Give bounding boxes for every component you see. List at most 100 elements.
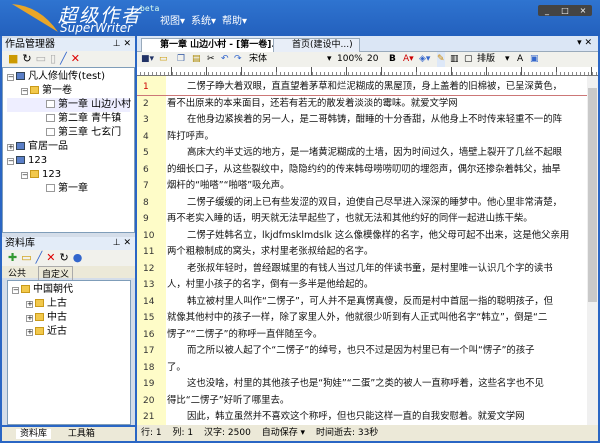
collapse-icon[interactable]: − [21, 172, 28, 179]
text-editor[interactable]: 1 二愣子睁大着双眼，直直望着茅草和烂泥糊成的黑屋顶，身上盖着的旧棉被，已呈深黄色… [137, 76, 598, 425]
font-color-icon[interactable]: A▾ [403, 52, 414, 67]
delete-icon[interactable]: ✕ [46, 251, 59, 264]
highlight-icon[interactable]: ◈▾ [419, 52, 430, 67]
copy-icon[interactable]: ❐ [177, 52, 185, 67]
tree-item[interactable]: + 中古 [12, 311, 126, 325]
text-line[interactable]: 17 而之所以被人起了个“二愣子”的绰号，也只不过是因为村里已有一个叫“愣子”的孩… [137, 343, 587, 360]
text-line[interactable]: 13 人，村里小孩子的名字，倒有一多半是他给起的。 [137, 277, 587, 294]
menu-view[interactable]: 视图▾ [160, 12, 185, 27]
save-icon[interactable]: ■▾ [141, 52, 154, 67]
paste-icon[interactable]: ▤ [192, 52, 201, 67]
zoom-value[interactable]: 100% [337, 52, 363, 67]
tab-menu-close-icons[interactable]: ▾ ✕ [577, 38, 592, 48]
font-select[interactable]: 宋体 [249, 52, 325, 67]
text-line[interactable]: 11 两个粗粮制成的窝头，求村里老张叔给起的名字。 [137, 244, 587, 261]
refresh-icon[interactable]: ↻ [59, 251, 72, 264]
pin-close-icons[interactable]: ⊥ ✕ [113, 38, 131, 51]
text-line[interactable]: 16 愣子”“二愣子”的称呼一直伴随至今。 [137, 327, 587, 344]
layout-dropdown-icon[interactable]: ▾ [505, 52, 510, 67]
text-line[interactable]: 12 老张叔年轻时，曾经跟城里的有钱人当过几年的伴读书童，是村里唯一认识几个字的读… [137, 261, 587, 278]
expand-icon[interactable]: + [7, 144, 14, 151]
tab-toolbox[interactable]: 工具箱 [68, 429, 95, 439]
text-line[interactable]: 3 在他身边紧挨着的另一人，是二哥韩铸，酣睡的十分香甜，从他身上不时传来轻重不一的… [137, 112, 587, 129]
open-folder-icon[interactable]: ▭ [21, 251, 35, 264]
text-line[interactable]: 1 二愣子睁大着双眼，直直望着茅草和烂泥糊成的黑屋顶，身上盖着的旧棉被，已呈深黄色… [137, 79, 587, 96]
expand-icon[interactable]: + [26, 315, 33, 322]
menu-system[interactable]: 系统▾ [191, 12, 216, 27]
delete-icon[interactable]: ✕ [71, 52, 84, 65]
tree-item[interactable]: − 凡人修仙传(test) [7, 70, 130, 84]
folder-icon[interactable]: ▭ [36, 52, 50, 65]
columns-icon[interactable]: ▥ [450, 52, 459, 67]
tab-library[interactable]: 资料库 [16, 429, 52, 439]
add-icon[interactable]: ✚ [8, 251, 21, 264]
tree-item[interactable]: − 第一卷 [7, 84, 130, 98]
text-line[interactable]: 20 得比“二愣子”好听了哪里去。 [137, 393, 587, 410]
feather-icon [12, 4, 58, 32]
tree-item[interactable]: + 上古 [12, 297, 126, 311]
layout-button[interactable]: 排版 [477, 52, 495, 67]
close-button[interactable]: × [574, 5, 592, 16]
text-line[interactable]: 21 因此，韩立虽然并不喜欢这个称呼，但也只能这样一直的自我安慰着。就爱文学网 [137, 409, 587, 426]
vertical-scrollbar[interactable] [587, 76, 598, 425]
undo-icon[interactable]: ↶ [221, 52, 229, 67]
text-line[interactable]: 7 烟杆的“啪嗒”“啪嗒”吸允声。 [137, 178, 587, 195]
text-line[interactable]: 4 阵打呼声。 [137, 129, 587, 146]
tree-item[interactable]: − 123 [7, 168, 130, 182]
tree-item[interactable]: + 官居一品 [7, 140, 130, 154]
collapse-icon[interactable]: − [7, 158, 14, 165]
text-line[interactable]: 8 二愣子缓缓的闭上已有些发涩的双目，迫使自己尽早进入深深的睡梦中。他心里非常清楚… [137, 195, 587, 212]
text-line[interactable]: 19 这也没啥，村里的其他孩子也是“狗娃”“二蛋”之类的被人一直称呼着，这些名字也… [137, 376, 587, 393]
tab-chapter-1[interactable]: 第一章 山边小村 - [第一卷]... [141, 38, 289, 52]
tab-custom[interactable]: 自定义 [38, 266, 74, 281]
fullscreen-icon[interactable]: ▣ [530, 52, 539, 67]
mark-icon[interactable]: ✎ [437, 52, 445, 67]
text-line[interactable]: 15 就像其他村中的孩子一样，除了家里人外，他就很少听到有人正式叫他名字“韩立”，… [137, 310, 587, 327]
open-icon[interactable]: ▭ [159, 52, 168, 67]
pin-close-icons[interactable]: ⊥ ✕ [113, 237, 131, 250]
refresh-icon[interactable]: ↻ [22, 52, 35, 65]
tree-item[interactable]: − 123 [7, 154, 130, 168]
preview-icon[interactable]: ▢ [464, 52, 473, 67]
edit-icon[interactable]: ╱ [60, 52, 71, 65]
tree-item[interactable]: 第二章 青牛镇 [7, 112, 130, 126]
tree-item[interactable]: + 近古 [12, 325, 126, 339]
collapse-icon[interactable]: − [21, 88, 28, 95]
collapse-icon[interactable]: − [7, 74, 14, 81]
autosave-button[interactable]: 自动保存 ▾ [262, 428, 305, 438]
line-text: 看不出原来的本来面目，还若有若无的散发着淡淡的霉味。就爱文学网 [167, 97, 458, 109]
text-line[interactable]: 2 看不出原来的本来面目，还若有若无的散发着淡淡的霉味。就爱文学网 [137, 96, 587, 113]
tree-item[interactable]: 第一章 [7, 182, 130, 196]
font-dropdown-icon[interactable]: ▾ [327, 52, 332, 67]
tree-item[interactable]: 第一章 山边小村 [7, 98, 131, 112]
find-icon[interactable]: A [517, 52, 523, 67]
bold-button[interactable]: B [389, 52, 396, 67]
new-doc-icon[interactable]: ▯ [50, 52, 60, 65]
line-number: 21 [143, 412, 155, 422]
tab-public[interactable]: 公共 [8, 266, 26, 279]
line-spacing-value[interactable]: 20 [367, 52, 378, 67]
minimize-button[interactable]: _ [538, 5, 556, 16]
edit-icon[interactable]: ╱ [36, 251, 47, 264]
text-line[interactable]: 18 了。 [137, 360, 587, 377]
text-line[interactable]: 14 韩立被村里人叫作“二愣子”，可人并不是真愣真傻，反而是村中首屈一指的聪明孩子… [137, 294, 587, 311]
text-line[interactable]: 10 二愣子姓韩名立，lkjdfmsklmdslk 这么像模像样的名字，他父母可起… [137, 228, 587, 245]
expand-icon[interactable]: + [26, 329, 33, 336]
redo-icon[interactable]: ↷ [234, 52, 242, 67]
tree-item[interactable]: − 中国朝代 [12, 283, 126, 297]
text-line[interactable]: 5 高床大约半丈远的地方，是一堵黄泥糊成的土墙，因为时间过久，墙壁上裂开了几丝不起… [137, 145, 587, 162]
line-number: 1 [143, 82, 149, 92]
tree-item[interactable]: 第三章 七玄门 [7, 126, 130, 140]
tab-home[interactable]: 首页(建设中...) [273, 38, 360, 52]
cut-icon[interactable]: ✂ [207, 52, 215, 67]
menu-help[interactable]: 帮助▾ [222, 12, 247, 27]
collapse-icon[interactable]: − [12, 287, 19, 294]
text-line[interactable]: 9 再不老实入睡的话，明天就无法早起些了，也就无法和其他约好的同伴一起进山拣干柴。 [137, 211, 587, 228]
expand-icon[interactable]: + [26, 301, 33, 308]
text-line[interactable]: 6 的细长口子，从这些裂纹中，隐隐约约的传来韩母唠唠叨叨的埋怨声，偶尔还掺杂着韩父… [137, 162, 587, 179]
add-book-icon[interactable]: ■ [8, 52, 22, 65]
tree-item-label: 中国朝代 [33, 284, 73, 295]
maximize-button[interactable]: □ [556, 5, 574, 16]
help-icon[interactable]: ● [73, 251, 87, 264]
scrollbar-thumb[interactable] [588, 88, 597, 302]
